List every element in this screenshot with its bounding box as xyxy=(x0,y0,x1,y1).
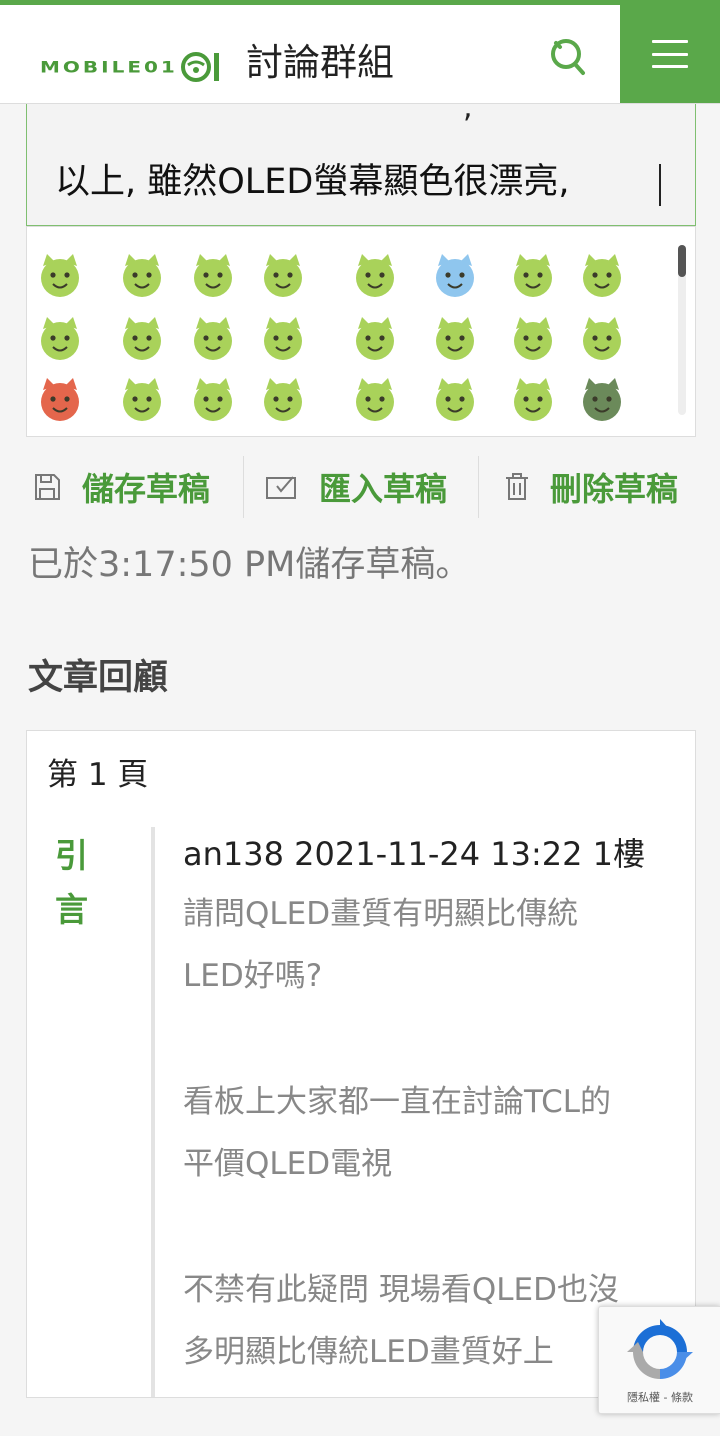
save-draft-button[interactable]: 儲存草稿 xyxy=(32,452,210,522)
emoji-scrollbar[interactable] xyxy=(678,245,686,415)
emoji-x-eyes-icon[interactable] xyxy=(123,254,161,297)
site-logo[interactable]: MOBILE01 xyxy=(40,49,224,85)
post-text-line: 不禁有此疑問 現場看QLED也沒 xyxy=(183,1272,619,1308)
emoji-panel xyxy=(26,226,696,437)
search-icon xyxy=(551,39,585,75)
divider xyxy=(243,456,244,518)
reply-editor[interactable]: , 以上, 雖然OLED螢幕顯色很漂亮, xyxy=(26,104,696,226)
quote-button[interactable]: 引言 xyxy=(55,829,95,937)
emoji-teeth-icon[interactable] xyxy=(194,378,232,421)
emoji-smirk-icon[interactable] xyxy=(514,317,552,360)
emoji-smile-icon[interactable] xyxy=(41,254,79,297)
editor-current-line: 以上, 雖然OLED螢幕顯色很漂亮, xyxy=(55,162,570,202)
post-meta: an138 2021-11-24 13:22 1樓 xyxy=(183,835,646,873)
quote-divider xyxy=(151,827,155,1397)
emoji-red-angry-icon[interactable] xyxy=(41,378,79,421)
emoji-angry-grit-icon[interactable] xyxy=(356,254,394,297)
emoji-wink-icon[interactable] xyxy=(436,317,474,360)
emoji-gloomy-icon[interactable] xyxy=(583,378,621,421)
delete-draft-button[interactable]: 刪除草稿 xyxy=(504,452,678,522)
import-draft-button[interactable]: 匯入草稿 xyxy=(265,452,447,522)
save-icon xyxy=(35,474,60,500)
delete-draft-label: 刪除草稿 xyxy=(550,470,679,508)
emoji-crying-icon[interactable] xyxy=(356,317,394,360)
emoji-grin-icon[interactable] xyxy=(194,254,232,297)
post-text-line: 看板上大家都一直在討論TCL的 xyxy=(183,1084,612,1120)
logo-text: MOBILE01 xyxy=(40,57,178,77)
emoji-drool-icon[interactable] xyxy=(514,254,552,297)
emoji-nervous-icon[interactable] xyxy=(123,378,161,421)
recaptcha-icon xyxy=(627,1319,693,1379)
search-button[interactable] xyxy=(544,33,594,83)
text-caret xyxy=(659,164,661,206)
emoji-frozen-icon[interactable] xyxy=(436,254,474,297)
page-label: 第 1 頁 xyxy=(47,757,149,793)
emoji-scrollbar-thumb[interactable] xyxy=(678,245,686,277)
menu-button[interactable] xyxy=(620,5,720,103)
emoji-shocked-icon[interactable] xyxy=(264,317,302,360)
emoji-grid xyxy=(41,254,621,421)
recaptcha-links[interactable]: 隱私權 - 條款 xyxy=(599,1389,720,1405)
emoji-confused-icon[interactable] xyxy=(264,254,302,297)
hamburger-menu-icon xyxy=(652,40,688,68)
post-text-line: LED好嗎? xyxy=(183,958,323,994)
emoji-blush-icon[interactable] xyxy=(194,317,232,360)
emoji-annoyed-icon[interactable] xyxy=(583,254,621,297)
save-draft-label: 儲存草稿 xyxy=(82,470,211,508)
page-title: 討論群組 xyxy=(246,41,394,84)
emoji-shy-icon[interactable] xyxy=(356,378,394,421)
recaptcha-badge[interactable]: 隱私權 - 條款 xyxy=(598,1306,720,1414)
emoji-dizzy-icon[interactable] xyxy=(123,317,161,360)
emoji-content-icon[interactable] xyxy=(583,317,621,360)
editor-prev-line: , xyxy=(463,104,473,125)
emoji-glasses-icon[interactable] xyxy=(436,378,474,421)
emoji-laugh-icon[interactable] xyxy=(264,378,302,421)
post-text-line: 平價QLED電視 xyxy=(183,1146,393,1182)
draft-saved-status: 已於3:17:50 PM儲存草稿。 xyxy=(28,545,471,585)
post-text-line: 多明顯比傳統LED畫質好上 xyxy=(183,1334,554,1370)
emoji-sleepy-icon[interactable] xyxy=(514,378,552,421)
import-draft-label: 匯入草稿 xyxy=(319,470,448,508)
emoji-tongue-icon[interactable] xyxy=(41,317,79,360)
post-text-line: 請問QLED畫質有明顯比傳統 xyxy=(183,896,579,932)
post-review-box: 第 1 頁 引言 an138 2021-11-24 13:22 1樓 請問QLE… xyxy=(26,730,696,1398)
logo-mark-icon xyxy=(180,52,219,82)
trash-icon xyxy=(506,473,528,500)
import-icon xyxy=(266,476,296,499)
site-header: MOBILE01 討論群組 xyxy=(0,5,720,104)
review-section-title: 文章回顧 xyxy=(28,658,169,698)
divider xyxy=(478,456,479,518)
draft-actions: 儲存草稿 匯入草稿 刪除草稿 xyxy=(0,452,720,522)
